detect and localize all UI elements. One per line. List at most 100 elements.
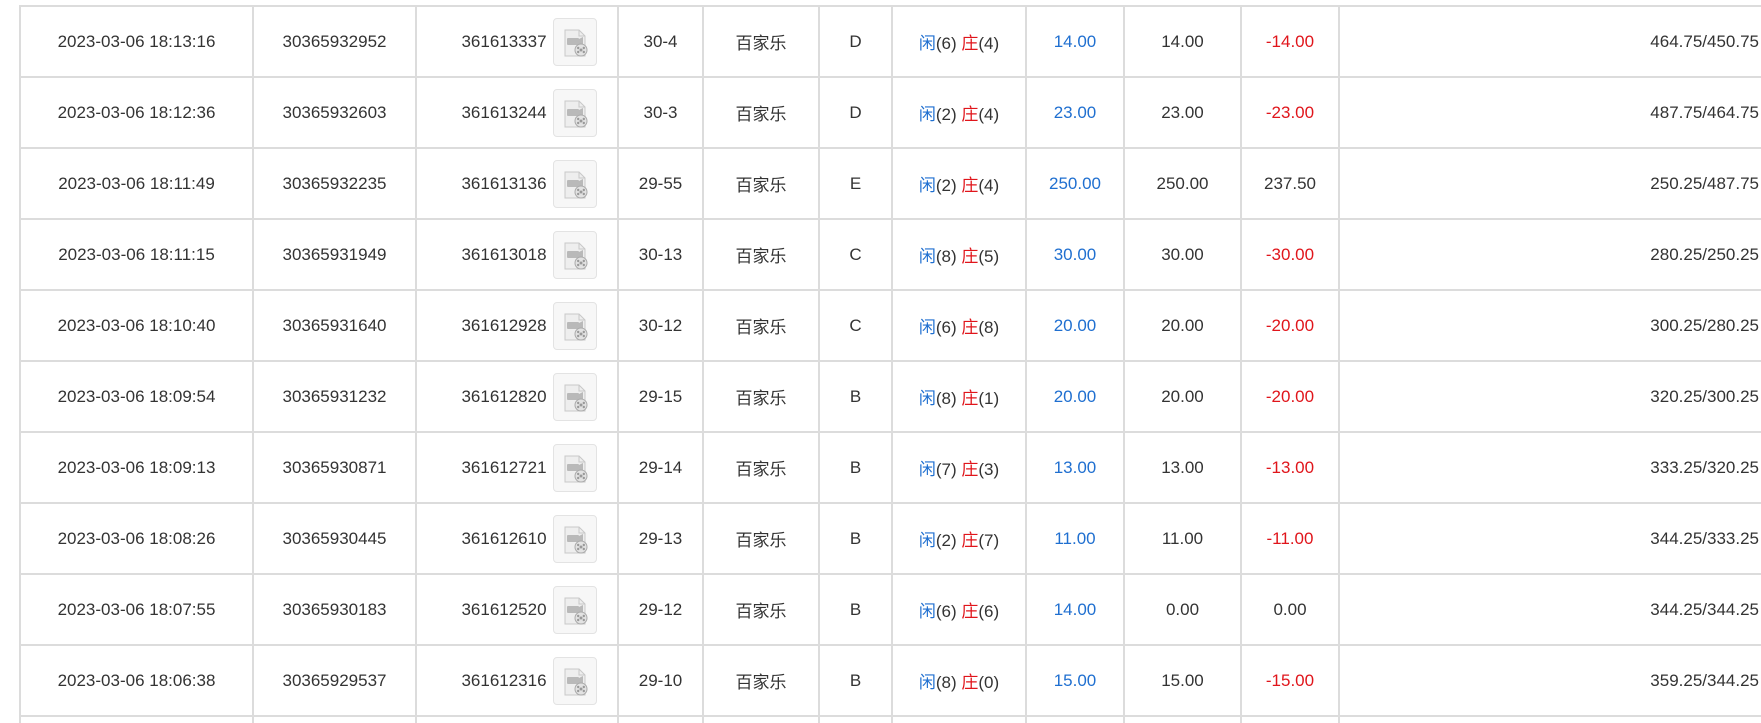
table-number: 29-55	[638, 173, 683, 193]
bet-time: 2023-03-06 18:09:13	[57, 457, 216, 477]
bet-amount-cell: 15.00	[1026, 645, 1125, 717]
video-replay-icon	[564, 455, 588, 482]
player-label: 闲	[918, 389, 936, 408]
replay-button[interactable]	[552, 656, 597, 705]
order-number: 30365931640	[282, 315, 387, 335]
player-score: (7)	[935, 460, 957, 479]
replay-button[interactable]	[552, 230, 597, 279]
player-score: (8)	[935, 247, 957, 266]
player-label: 闲	[918, 460, 936, 479]
game-name: 百家乐	[735, 105, 787, 124]
game-name-cell: 百家乐	[703, 574, 820, 646]
bet-type-cell: D	[819, 77, 893, 149]
result-cell: 闲(7) 庄(3)	[892, 432, 1027, 504]
bet-time-cell: 2023-03-06 18:12:36	[21, 77, 254, 149]
win-loss: -23.00	[1265, 102, 1315, 122]
banker-label: 庄	[961, 34, 979, 53]
round-number: 361612316	[461, 670, 547, 690]
valid-bet-cell: 14.00	[1124, 5, 1242, 78]
bet-type: C	[849, 244, 862, 264]
bet-amount: 13.00	[1053, 457, 1097, 477]
game-name: 百家乐	[735, 176, 787, 195]
table-number: 29-15	[638, 386, 683, 406]
win-loss: -30.00	[1265, 244, 1315, 264]
round-cell: 361612520	[416, 574, 619, 646]
replay-button[interactable]	[552, 88, 597, 137]
table-number: 29-10	[638, 670, 683, 690]
banker-label: 庄	[961, 602, 979, 621]
video-replay-icon	[564, 29, 588, 56]
banker-score: (7)	[978, 531, 1000, 550]
bet-type: C	[849, 315, 862, 335]
bet-amount-cell: 14.00	[1026, 574, 1125, 646]
replay-button[interactable]	[552, 372, 597, 421]
banker-label: 庄	[961, 247, 979, 266]
valid-bet-cell: 30.00	[1124, 219, 1242, 291]
banker-label: 庄	[961, 673, 979, 692]
replay-button[interactable]	[552, 301, 597, 350]
round-cell: 361612721	[416, 432, 619, 504]
order-number-cell: 30365929537	[253, 645, 417, 717]
order-number-cell: 30365932952	[253, 5, 417, 78]
table-number-cell: 29-14	[618, 432, 704, 504]
replay-button[interactable]	[552, 17, 597, 66]
bet-type-cell: B	[819, 432, 893, 504]
result-cell: 闲(2) 庄(7)	[892, 503, 1027, 575]
replay-button[interactable]	[552, 585, 597, 634]
balance-before-after: 464.75/450.75	[1650, 31, 1759, 51]
game-name: 百家乐	[735, 460, 787, 479]
win-loss: -20.00	[1265, 386, 1315, 406]
banker-label: 庄	[961, 531, 979, 550]
bet-time-cell: 2023-03-06 18:11:49	[21, 148, 254, 220]
order-number-cell: 30365930445	[253, 503, 417, 575]
replay-button[interactable]	[552, 443, 597, 492]
bet-history-table: 2023-03-06 18:13:16 30365932952 36161333…	[19, 5, 1761, 723]
win-loss: -11.00	[1266, 528, 1314, 548]
bet-amount-cell: 30.00	[1026, 219, 1125, 291]
banker-score: (4)	[978, 176, 1000, 195]
balance-cell: 280.25/250.25	[1339, 219, 1761, 291]
table-number: 29-13	[638, 528, 683, 548]
result-cell: 闲(2) 庄(4)	[892, 77, 1027, 149]
player-label: 闲	[918, 602, 936, 621]
round-number: 361613136	[461, 173, 547, 193]
balance-before-after: 300.25/280.25	[1650, 315, 1759, 335]
table-number: 30-4	[643, 31, 678, 51]
table-number-cell: 30-13	[618, 219, 704, 291]
balance-before-after: 487.75/464.75	[1650, 102, 1759, 122]
order-number: 30365932235	[282, 173, 387, 193]
bet-time-cell: 2023-03-06 18:09:13	[21, 432, 254, 504]
replay-button[interactable]	[552, 159, 597, 208]
valid-bet-cell: 15.00	[1124, 645, 1242, 717]
balance-cell: 464.75/450.75	[1339, 5, 1761, 78]
balance-cell: 250.25/487.75	[1339, 148, 1761, 220]
bet-time: 2023-03-06 18:07:55	[57, 599, 216, 619]
player-label: 闲	[918, 247, 936, 266]
banker-label: 庄	[961, 318, 979, 337]
round-cell: 361613136	[416, 148, 619, 220]
valid-bet: 0.00	[1165, 599, 1200, 619]
banker-label: 庄	[961, 176, 979, 195]
valid-bet: 250.00	[1156, 173, 1209, 193]
round-cell: 361613244	[416, 77, 619, 149]
replay-button[interactable]	[552, 514, 597, 563]
bet-type: E	[849, 173, 862, 193]
balance-cell: 344.25/333.25	[1339, 503, 1761, 575]
bet-time: 2023-03-06 18:09:54	[57, 386, 216, 406]
bet-amount-cell: 250.00	[1026, 148, 1125, 220]
valid-bet: 20.00	[1161, 315, 1204, 335]
win-loss: 0.00	[1273, 599, 1307, 619]
balance-before-after: 344.25/333.25	[1650, 528, 1759, 548]
balance-before-after: 333.25/320.25	[1650, 457, 1759, 477]
bet-amount: 23.00	[1053, 102, 1097, 122]
bet-amount-cell: 14.00	[1026, 5, 1125, 78]
result-cell: 闲(8) 庄(0)	[892, 645, 1027, 717]
banker-score: (3)	[978, 460, 1000, 479]
round-cell: 361613337	[416, 5, 619, 78]
table-number: 30-3	[643, 102, 678, 122]
result-cell: 闲(6) 庄(8)	[892, 290, 1027, 362]
player-label: 闲	[918, 318, 936, 337]
player-label: 闲	[918, 105, 936, 124]
game-name-cell: 百家乐	[703, 5, 820, 78]
bet-amount-cell: 23.00	[1026, 77, 1125, 149]
